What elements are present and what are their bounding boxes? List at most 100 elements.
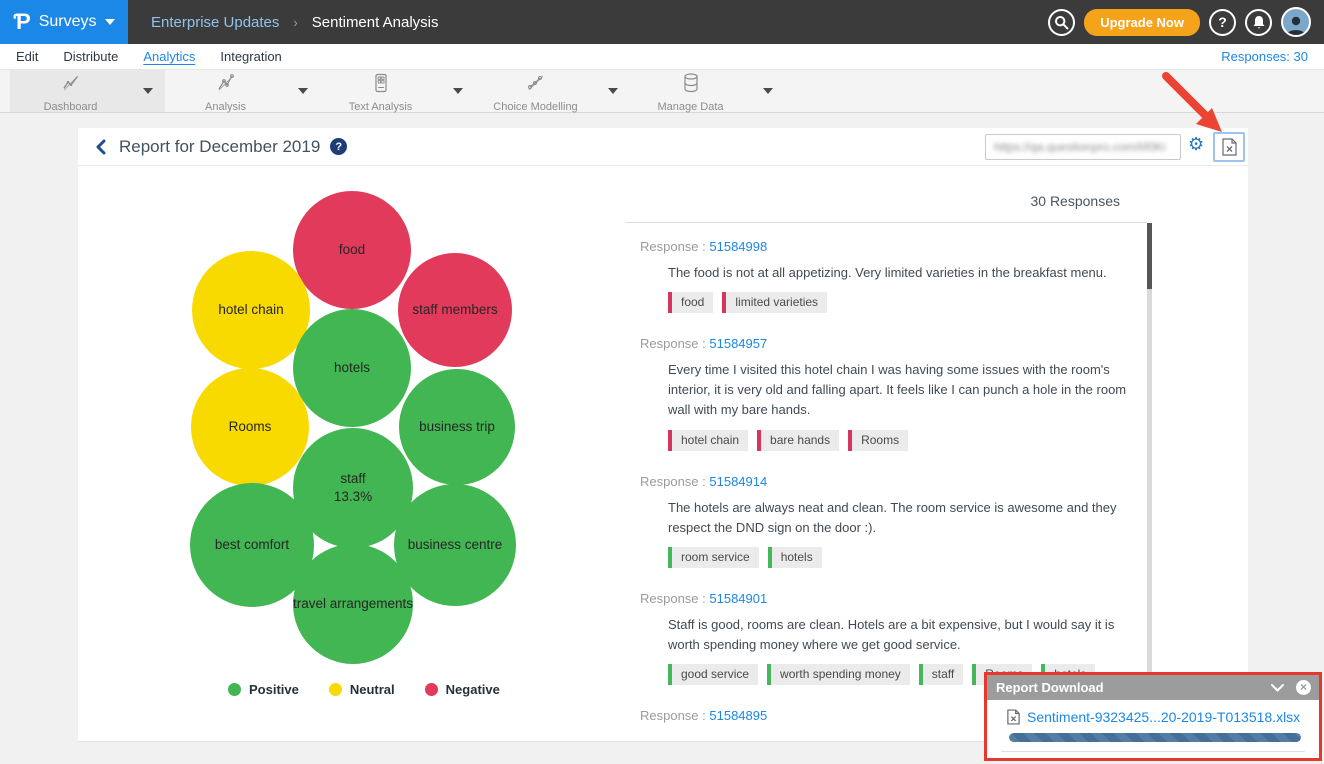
tab-manage-data[interactable]: Manage Data: [630, 70, 785, 112]
tab-choice-modelling[interactable]: Choice Modelling: [475, 70, 630, 112]
user-avatar[interactable]: [1281, 7, 1311, 37]
bell-icon: [1252, 15, 1266, 30]
export-xlsx-button[interactable]: [1213, 132, 1245, 162]
bubble-hotels[interactable]: hotels: [293, 309, 411, 427]
tab-text-analysis[interactable]: Text Analysis: [320, 70, 475, 112]
breadcrumb-survey-name[interactable]: Enterprise Updates: [151, 14, 279, 31]
sentiment-tag[interactable]: worth spending money: [767, 664, 910, 685]
notifications-button[interactable]: [1245, 9, 1272, 36]
sentiment-tag[interactable]: hotels: [768, 547, 822, 568]
response-id[interactable]: 51584901: [709, 591, 767, 606]
share-url-input[interactable]: https://qa.questionpro.com/t/l0Ki: [985, 134, 1181, 160]
bubble-travel-arrangements[interactable]: travel arrangements: [293, 544, 413, 664]
bubble-food[interactable]: food: [293, 191, 411, 309]
tab-content: Analysis: [165, 69, 286, 113]
download-file-row: Sentiment-9323425...20-2019-T013518.xlsx: [1007, 709, 1305, 725]
response-text: The hotels are always neat and clean. Th…: [668, 498, 1138, 538]
responses-scrollbar[interactable]: [1147, 223, 1152, 741]
sentiment-tag[interactable]: staff: [919, 664, 963, 685]
response-id[interactable]: 51584998: [709, 239, 767, 254]
bubble-hotel-chain[interactable]: hotel chain: [192, 251, 310, 369]
download-progress-bar: [1009, 733, 1301, 742]
scrollbar-thumb[interactable]: [1147, 223, 1152, 289]
bubble-label: hotels: [334, 359, 370, 377]
xlsx-file-icon: [1007, 709, 1020, 725]
download-progress-fill: [1009, 733, 1301, 742]
sentiment-tag[interactable]: food: [668, 292, 713, 313]
legend-dot: [425, 683, 438, 696]
response-label-prefix: Response :: [640, 336, 709, 351]
document-grid-icon: [370, 72, 392, 99]
back-button[interactable]: [95, 139, 106, 155]
report-card-header: Report for December 2019 ? https://qa.qu…: [78, 128, 1248, 166]
menu-item-integration[interactable]: Integration: [220, 49, 281, 64]
search-button[interactable]: [1048, 9, 1075, 36]
gear-icon: ⚙: [1188, 134, 1204, 155]
chart-legend: Positive Neutral Negative: [228, 682, 500, 697]
bubble-business-centre[interactable]: business centre: [394, 484, 516, 606]
bubble-label: Rooms: [229, 418, 272, 436]
bubble-business-trip[interactable]: business trip: [399, 369, 515, 485]
bubble-label: best comfort: [215, 536, 289, 554]
questionpro-logo-icon: Ƥ: [14, 11, 31, 33]
response-label: Response : 51584998: [640, 239, 1147, 254]
response-id[interactable]: 51584895: [709, 708, 767, 723]
response-id[interactable]: 51584957: [709, 336, 767, 351]
collapse-button[interactable]: [1271, 684, 1284, 692]
download-panel-separator: [1001, 751, 1305, 752]
response-text: The food is not at all appetizing. Very …: [668, 263, 1138, 283]
responses-panel: Response : 51584998 The food is not at al…: [625, 222, 1147, 742]
response-text: Staff is good, rooms are clean. Hotels a…: [668, 615, 1138, 655]
legend-item-positive: Positive: [228, 682, 299, 697]
report-settings-button[interactable]: ⚙: [1188, 136, 1204, 154]
report-help-button[interactable]: ?: [330, 138, 347, 155]
legend-dot: [329, 683, 342, 696]
surveys-product-menu[interactable]: Ƥ Surveys: [0, 0, 128, 44]
tab-dropdown-button[interactable]: [441, 88, 475, 94]
chevron-left-icon: [95, 139, 106, 155]
tab-dropdown-button[interactable]: [131, 88, 165, 94]
sentiment-tag[interactable]: bare hands: [757, 430, 839, 451]
tab-dropdown-button[interactable]: [751, 88, 785, 94]
breadcrumb-page-name: Sentiment Analysis: [312, 14, 439, 31]
bubble-rooms[interactable]: Rooms: [191, 368, 309, 486]
line-chart-icon: [60, 72, 82, 99]
menu-item-edit[interactable]: Edit: [16, 49, 38, 64]
legend-item-negative: Negative: [425, 682, 500, 697]
tab-label: Analysis: [205, 101, 246, 113]
tab-label: Dashboard: [44, 101, 98, 113]
menu-item-distribute[interactable]: Distribute: [63, 49, 118, 64]
chevron-down-icon: [608, 88, 618, 94]
tab-dashboard[interactable]: Dashboard: [10, 70, 165, 112]
menu-item-analytics[interactable]: Analytics: [143, 49, 195, 64]
sentiment-tag[interactable]: room service: [668, 547, 759, 568]
response-text: Every time I visited this hotel chain I …: [668, 360, 1138, 420]
breadcrumb-separator: ›: [293, 15, 297, 30]
help-button[interactable]: ?: [1209, 9, 1236, 36]
responses-count[interactable]: Responses: 30: [1221, 49, 1308, 64]
sentiment-tag[interactable]: hotel chain: [668, 430, 748, 451]
sentiment-tag[interactable]: good service: [668, 664, 758, 685]
legend-label: Neutral: [350, 682, 395, 697]
chevron-down-icon: [143, 88, 153, 94]
responses-header: 30 Responses: [880, 193, 1120, 209]
download-panel-body: Sentiment-9323425...20-2019-T013518.xlsx: [987, 700, 1319, 752]
sentiment-tag[interactable]: limited varieties: [722, 292, 827, 313]
close-button[interactable]: ×: [1296, 680, 1311, 695]
tab-content: Manage Data: [630, 69, 751, 113]
chevron-down-icon: [453, 88, 463, 94]
bubble-staff-members[interactable]: staff members: [398, 253, 512, 367]
upgrade-now-button[interactable]: Upgrade Now: [1084, 9, 1200, 36]
download-panel-actions: ×: [1271, 680, 1311, 695]
download-file-link[interactable]: Sentiment-9323425...20-2019-T013518.xlsx: [1027, 709, 1300, 725]
response-id[interactable]: 51584914: [709, 474, 767, 489]
tab-analysis[interactable]: Analysis: [165, 70, 320, 112]
sentiment-tag[interactable]: Rooms: [848, 430, 908, 451]
product-name: Surveys: [39, 13, 97, 31]
page-title: Report for December 2019: [119, 137, 320, 157]
tab-label: Manage Data: [657, 101, 723, 113]
chevron-down-icon: [1271, 684, 1284, 692]
tab-dropdown-button[interactable]: [286, 88, 320, 94]
question-mark-icon: ?: [1218, 14, 1227, 30]
tab-dropdown-button[interactable]: [596, 88, 630, 94]
